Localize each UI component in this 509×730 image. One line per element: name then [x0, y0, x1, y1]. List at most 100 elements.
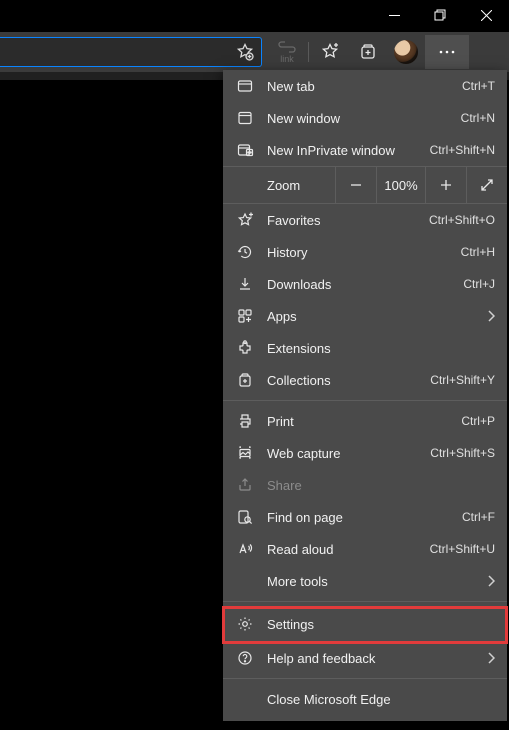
menu-shortcut: Ctrl+Shift+N: [430, 143, 495, 157]
menu-label: Share: [267, 478, 495, 493]
menu-label: Favorites: [267, 213, 429, 228]
menu-label: New InPrivate window: [267, 143, 430, 158]
menu-shortcut: Ctrl+Shift+Y: [430, 373, 495, 387]
apps-icon: [235, 308, 255, 324]
menu-favorites[interactable]: Favorites Ctrl+Shift+O: [223, 204, 507, 236]
web-capture-icon: [235, 445, 255, 461]
address-bar[interactable]: [0, 37, 262, 67]
maximize-icon: [434, 9, 446, 21]
menu-label: Help and feedback: [267, 651, 487, 666]
menu-shortcut: Ctrl+Shift+O: [429, 213, 495, 227]
new-tab-icon: [235, 78, 255, 94]
menu-downloads[interactable]: Downloads Ctrl+J: [223, 268, 507, 300]
link-caption: link: [280, 54, 294, 64]
toolbar: link: [0, 32, 509, 72]
menu-divider: [223, 601, 507, 602]
menu-share: Share: [223, 469, 507, 501]
zoom-value[interactable]: 100%: [376, 167, 425, 203]
menu-label: Extensions: [267, 341, 495, 356]
profile-button[interactable]: [387, 35, 425, 69]
menu-shortcut: Ctrl+Shift+S: [430, 446, 495, 460]
chevron-right-icon: [487, 575, 495, 587]
zoom-in-button[interactable]: [425, 167, 466, 203]
print-icon: [235, 413, 255, 429]
menu-shortcut: Ctrl+Shift+U: [430, 542, 495, 556]
menu-find[interactable]: Find on page Ctrl+F: [223, 501, 507, 533]
menu-new-tab[interactable]: New tab Ctrl+T: [223, 70, 507, 102]
menu-label: Apps: [267, 309, 487, 324]
fullscreen-button[interactable]: [466, 167, 507, 203]
menu-divider: [223, 678, 507, 679]
menu-label: Web capture: [267, 446, 430, 461]
collections-icon: [235, 372, 255, 388]
minimize-button[interactable]: [371, 0, 417, 30]
new-window-icon: [235, 110, 255, 126]
menu-history[interactable]: History Ctrl+H: [223, 236, 507, 268]
chevron-right-icon: [487, 652, 495, 664]
add-favorite-icon[interactable]: [235, 42, 255, 62]
menu-zoom: Zoom 100%: [223, 166, 507, 204]
maximize-button[interactable]: [417, 0, 463, 30]
download-icon: [235, 276, 255, 292]
minimize-icon: [389, 10, 400, 21]
menu-settings[interactable]: Settings: [223, 606, 507, 642]
settings-menu: New tab Ctrl+T New window Ctrl+N New InP…: [223, 70, 507, 721]
inprivate-icon: [235, 142, 255, 158]
menu-label: Print: [267, 414, 461, 429]
menu-apps[interactable]: Apps: [223, 300, 507, 332]
help-icon: [235, 650, 255, 666]
chevron-right-icon: [487, 310, 495, 322]
menu-shortcut: Ctrl+N: [461, 111, 495, 125]
menu-read-aloud[interactable]: Read aloud Ctrl+Shift+U: [223, 533, 507, 565]
menu-shortcut: Ctrl+F: [462, 510, 495, 524]
menu-help[interactable]: Help and feedback: [223, 642, 507, 674]
link-button[interactable]: link: [268, 35, 306, 69]
menu-label: Read aloud: [267, 542, 430, 557]
menu-web-capture[interactable]: Web capture Ctrl+Shift+S: [223, 437, 507, 469]
minus-icon: [350, 179, 362, 191]
menu-more-tools[interactable]: More tools: [223, 565, 507, 597]
menu-label: More tools: [267, 574, 487, 589]
menu-collections[interactable]: Collections Ctrl+Shift+Y: [223, 364, 507, 396]
menu-print[interactable]: Print Ctrl+P: [223, 405, 507, 437]
menu-label: Find on page: [267, 510, 462, 525]
extensions-icon: [235, 340, 255, 356]
zoom-out-button[interactable]: [335, 167, 376, 203]
menu-shortcut: Ctrl+H: [461, 245, 495, 259]
menu-extensions[interactable]: Extensions: [223, 332, 507, 364]
collections-icon: [359, 43, 377, 61]
menu-new-inprivate[interactable]: New InPrivate window Ctrl+Shift+N: [223, 134, 507, 166]
menu-label: History: [267, 245, 461, 260]
menu-label: Settings: [267, 617, 495, 632]
link-icon: [278, 41, 296, 53]
favorites-button[interactable]: [311, 35, 349, 69]
menu-divider: [223, 400, 507, 401]
menu-label: Collections: [267, 373, 430, 388]
close-button[interactable]: [463, 0, 509, 30]
read-aloud-icon: [235, 541, 255, 557]
plus-icon: [440, 179, 452, 191]
star-plus-icon: [320, 42, 340, 62]
menu-shortcut: Ctrl+T: [462, 79, 495, 93]
menu-label: Close Microsoft Edge: [267, 692, 495, 707]
menu-shortcut: Ctrl+P: [461, 414, 495, 428]
menu-label: New window: [267, 111, 461, 126]
fullscreen-icon: [480, 178, 494, 192]
find-icon: [235, 509, 255, 525]
close-icon: [481, 10, 492, 21]
menu-shortcut: Ctrl+J: [463, 277, 495, 291]
more-button[interactable]: [425, 35, 469, 69]
menu-new-window[interactable]: New window Ctrl+N: [223, 102, 507, 134]
menu-close-edge[interactable]: Close Microsoft Edge: [223, 683, 507, 715]
more-icon: [439, 50, 455, 54]
menu-label: New tab: [267, 79, 462, 94]
gear-icon: [235, 616, 255, 632]
avatar-icon: [394, 40, 418, 64]
menu-label: Downloads: [267, 277, 463, 292]
zoom-label: Zoom: [223, 167, 335, 203]
star-plus-icon: [235, 212, 255, 229]
collections-button[interactable]: [349, 35, 387, 69]
share-icon: [235, 477, 255, 493]
toolbar-separator: [308, 42, 309, 62]
history-icon: [235, 244, 255, 260]
